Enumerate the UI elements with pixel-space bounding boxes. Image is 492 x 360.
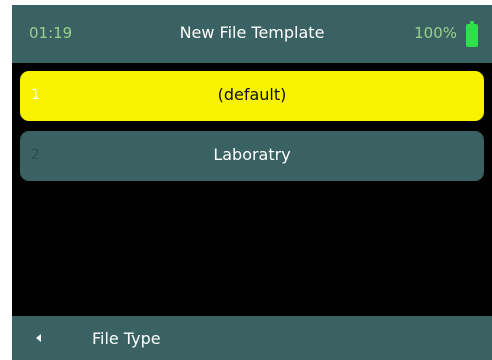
bottom-bar: File Type bbox=[12, 316, 492, 360]
list-item-label: Laboratry bbox=[213, 145, 291, 164]
battery-percent: 100% bbox=[414, 24, 457, 42]
list-item-label: (default) bbox=[217, 85, 287, 104]
battery-full-icon bbox=[466, 21, 478, 47]
status-bar: 01:19 New File Template 100% bbox=[12, 5, 492, 63]
softkey-label[interactable]: File Type bbox=[92, 329, 161, 348]
device-screen: 01:19 New File Template 100% 1 (default)… bbox=[12, 5, 492, 360]
list-item-laboratry[interactable]: 2 Laboratry bbox=[20, 131, 484, 181]
list-item-default[interactable]: 1 (default) bbox=[20, 71, 484, 121]
triangle-left-icon[interactable] bbox=[36, 334, 41, 342]
